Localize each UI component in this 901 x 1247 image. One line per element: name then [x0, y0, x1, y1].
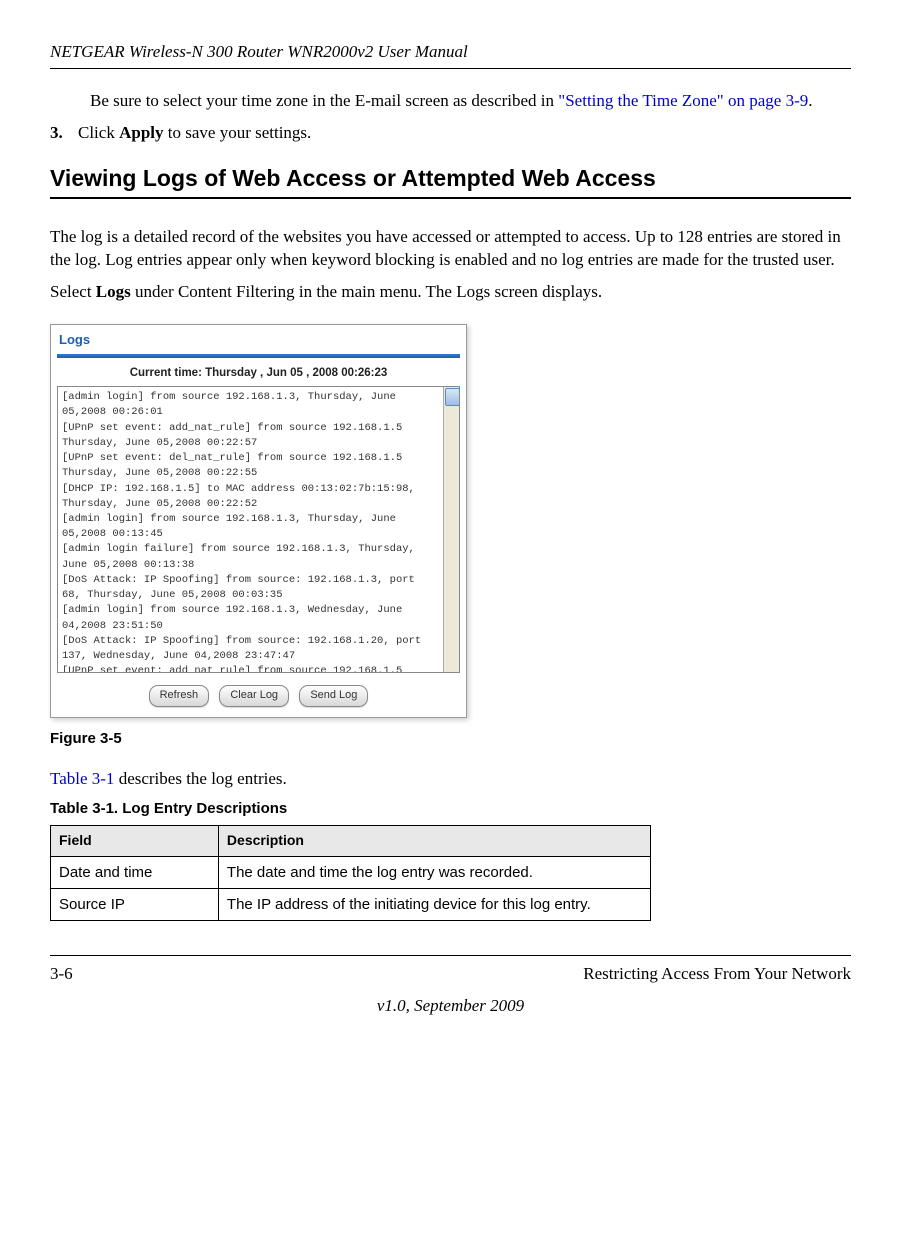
para3-post: describes the log entries. [114, 769, 286, 788]
logs-heading: Logs [51, 325, 466, 351]
version-info: v1.0, September 2009 [50, 994, 851, 1018]
clear-log-button[interactable]: Clear Log [219, 685, 289, 706]
logs-screenshot: Logs Current time: Thursday , Jun 05 , 2… [50, 324, 467, 718]
section-heading: Viewing Logs of Web Access or Attempted … [50, 162, 851, 194]
table-row: Source IP The IP address of the initiati… [51, 889, 651, 921]
table-title: Table 3-1. Log Entry Descriptions [50, 798, 851, 819]
table-row: Date and time The date and time the log … [51, 857, 651, 889]
step3-post: to save your settings. [164, 123, 312, 142]
th-description: Description [218, 826, 650, 857]
step3-bold: Apply [119, 123, 163, 142]
log-line: [admin login] from source 192.168.1.3, W… [62, 603, 440, 633]
figure-label: Figure 3-5 [50, 728, 851, 749]
log-line: [UPnP set event: add_nat_rule] from sour… [62, 421, 440, 451]
th-field: Field [51, 826, 219, 857]
page-footer: 3-6 Restricting Access From Your Network [50, 962, 851, 986]
cell-desc: The date and time the log entry was reco… [218, 857, 650, 889]
log-scrollbar[interactable] [443, 387, 459, 672]
log-entry-descriptions-table: Field Description Date and time The date… [50, 825, 651, 921]
figure-3-5: Logs Current time: Thursday , Jun 05 , 2… [50, 324, 851, 718]
para2-post: under Content Filtering in the main menu… [131, 282, 602, 301]
step3-pre: Click [78, 123, 119, 142]
logs-divider [57, 354, 460, 358]
step-3: 3. Click Apply to save your settings. [50, 121, 851, 145]
chapter-title: Restricting Access From Your Network [583, 962, 851, 986]
log-line: [admin login failure] from source 192.16… [62, 542, 440, 572]
log-line: [DoS Attack: IP Spoofing] from source: 1… [62, 573, 440, 603]
log-line: [DHCP IP: 192.168.1.5] to MAC address 00… [62, 482, 440, 512]
section-rule [50, 197, 851, 199]
paragraph-2: Select Logs under Content Filtering in t… [50, 280, 851, 304]
current-time-label: Current time: Thursday , Jun 05 , 2008 0… [51, 362, 466, 384]
log-line: [admin login] from source 192.168.1.3, T… [62, 512, 440, 542]
link-table-3-1[interactable]: Table 3-1 [50, 769, 114, 788]
log-line: [admin login] from source 192.168.1.3, T… [62, 390, 440, 420]
footer-rule [50, 955, 851, 956]
scrollbar-thumb[interactable] [445, 388, 460, 406]
cell-desc: The IP address of the initiating device … [218, 889, 650, 921]
link-setting-time-zone[interactable]: "Setting the Time Zone" on page 3-9 [558, 91, 808, 110]
para2-bold: Logs [96, 282, 131, 301]
log-line: [UPnP set event: del_nat_rule] from sour… [62, 451, 440, 481]
page-number: 3-6 [50, 962, 73, 986]
intro-pre: Be sure to select your time zone in the … [90, 91, 558, 110]
log-line: [DoS Attack: IP Spoofing] from source: 1… [62, 634, 440, 664]
cell-field: Source IP [51, 889, 219, 921]
log-line: [UPnP set event: add_nat_rule] from sour… [62, 664, 440, 673]
paragraph-1: The log is a detailed record of the webs… [50, 225, 851, 273]
refresh-button[interactable]: Refresh [149, 685, 210, 706]
para2-pre: Select [50, 282, 96, 301]
paragraph-3: Table 3-1 describes the log entries. [50, 767, 851, 791]
intro-paragraph: Be sure to select your time zone in the … [90, 89, 851, 113]
cell-field: Date and time [51, 857, 219, 889]
step-text: Click Apply to save your settings. [78, 121, 311, 145]
log-buttons-row: Refresh Clear Log Send Log [51, 673, 466, 716]
send-log-button[interactable]: Send Log [299, 685, 368, 706]
table-header-row: Field Description [51, 826, 651, 857]
manual-title: NETGEAR Wireless-N 300 Router WNR2000v2 … [50, 40, 851, 64]
log-textarea[interactable]: [admin login] from source 192.168.1.3, T… [57, 386, 460, 673]
header-rule [50, 68, 851, 69]
log-content: [admin login] from source 192.168.1.3, T… [58, 387, 444, 673]
intro-post: . [808, 91, 812, 110]
step-number: 3. [50, 121, 78, 145]
